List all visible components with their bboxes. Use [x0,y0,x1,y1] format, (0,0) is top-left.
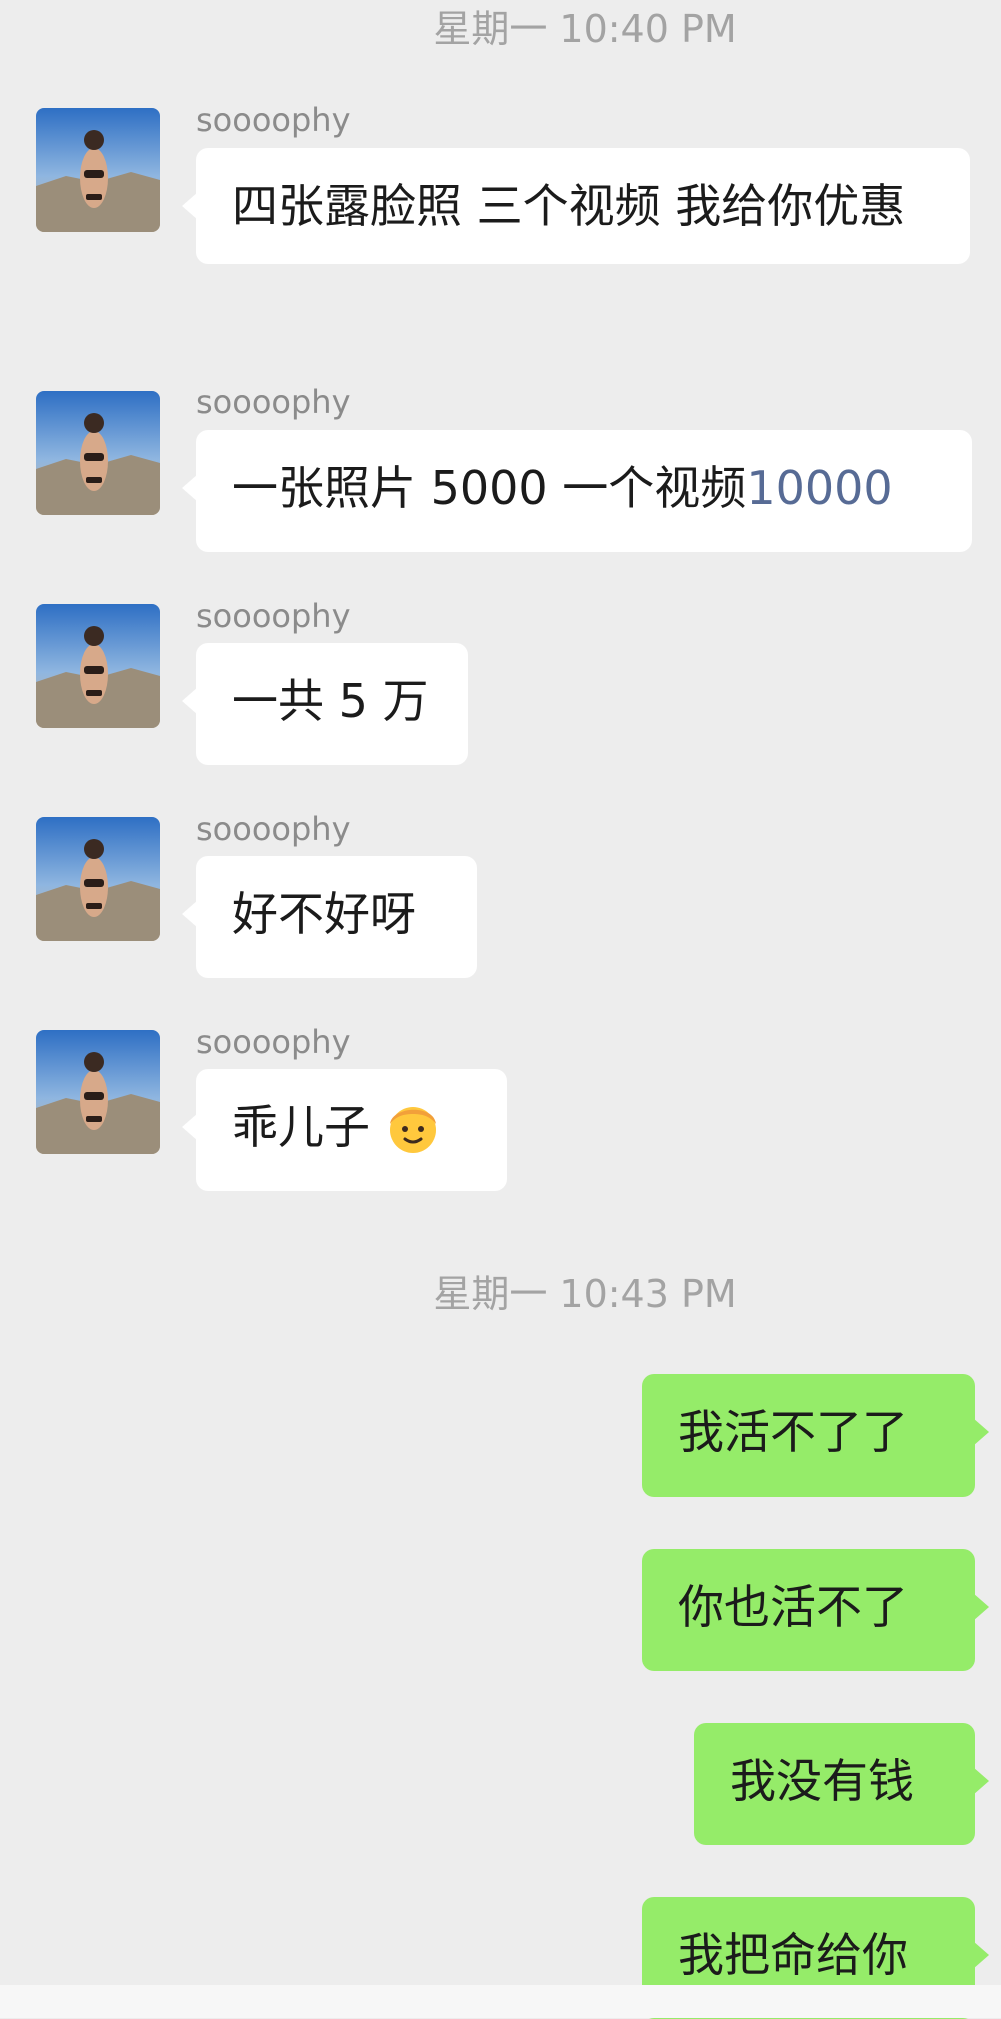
message-bubble-sent[interactable]: 我活不了了 [642,1374,989,1497]
avatar-image [36,108,160,232]
avatar[interactable] [36,108,160,232]
boy-emoji-icon [384,1098,442,1156]
sender-name: soooophy [196,383,351,421]
sender-name: soooophy [196,597,351,635]
message-text: 我活不了了 [678,1405,908,1459]
avatar[interactable] [36,817,160,941]
avatar-image [36,604,160,728]
message-bubble-received[interactable]: 好不好呀 [182,856,477,978]
message-bubble-sent[interactable]: 你也活不了 [642,1549,989,1671]
sender-name: soooophy [196,1023,351,1061]
message-text: 一共 5 万 [232,674,429,728]
message-text: 乖儿子 [232,1100,370,1154]
message-bubble-received[interactable]: 一张照片 5000 一个视频10000 [182,430,972,552]
message-bubble-received[interactable]: 四张露脸照 三个视频 我给你优惠 [182,148,970,264]
avatar-image [36,817,160,941]
message-text: 你也活不了 [678,1580,908,1634]
sender-name: soooophy [196,101,351,139]
avatar-image [36,391,160,515]
bottom-edge-bar [0,1985,1001,2018]
message-text: 我没有钱 [730,1754,914,1808]
avatar-image [36,1030,160,1154]
message-bubble-received[interactable]: 一共 5 万 [182,643,468,765]
message-text: 好不好呀 [232,887,416,941]
message-bubble-received[interactable]: 乖儿子 [182,1069,507,1191]
sender-name: soooophy [196,810,351,848]
phone-number-link[interactable]: 10000 [746,461,892,515]
message-bubble-sent[interactable]: 我没有钱 [694,1723,989,1845]
message-text: 我把命给你 [678,1928,908,1982]
avatar[interactable] [36,391,160,515]
message-text: 四张露脸照 三个视频 我给你优惠 [232,179,906,233]
timestamp: 星期一 10:43 PM [433,1272,737,1316]
avatar[interactable] [36,604,160,728]
timestamp: 星期一 10:40 PM [433,7,737,51]
avatar[interactable] [36,1030,160,1154]
message-text: 一张照片 5000 一个视频 [232,461,747,515]
chat-window: 星期一 10:40 PM soooophy 四张露脸照 三个视频 我给你优惠 s… [0,0,1001,2019]
